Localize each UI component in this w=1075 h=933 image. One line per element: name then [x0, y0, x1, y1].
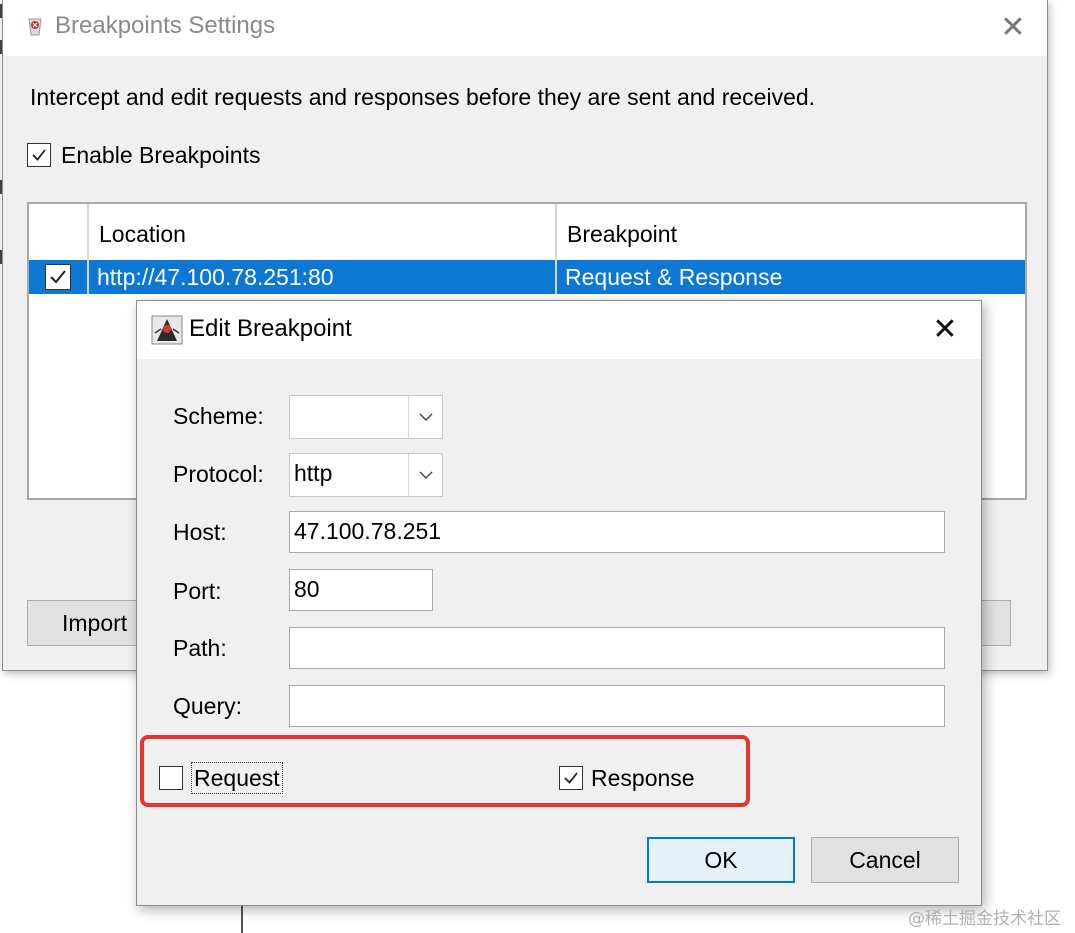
path-label: Path: — [173, 635, 227, 661]
row-enabled-cell[interactable] — [29, 260, 89, 294]
scheme-select[interactable] — [289, 395, 443, 439]
protocol-select[interactable]: http — [289, 453, 443, 497]
cancel-button[interactable]: Cancel — [811, 837, 959, 883]
watermark: @稀土掘金技术社区 — [908, 909, 1061, 929]
window-title: Breakpoints Settings — [55, 12, 276, 39]
check-icon[interactable] — [27, 143, 51, 167]
scheme-label: Scheme: — [173, 403, 264, 429]
table-row[interactable]: http://47.100.78.251:80 Request & Respon… — [29, 260, 1025, 294]
dialog-title: Edit Breakpoint — [189, 315, 352, 342]
request-checkbox[interactable]: Request — [159, 761, 283, 795]
port-label: Port: — [173, 578, 222, 604]
chevron-down-icon[interactable] — [408, 454, 442, 496]
edit-breakpoint-dialog: Edit Breakpoint ✕ Scheme: Protocol: http… — [136, 300, 982, 906]
close-icon[interactable]: ✕ — [993, 10, 1033, 46]
table-header: Location Breakpoint — [29, 204, 1025, 260]
description-text: Intercept and edit requests and response… — [30, 84, 816, 110]
column-header-enabled[interactable] — [29, 204, 89, 260]
query-label: Query: — [173, 693, 243, 719]
query-input[interactable] — [289, 685, 945, 727]
column-header-breakpoint[interactable]: Breakpoint — [557, 204, 1025, 260]
host-label: Host: — [173, 519, 227, 545]
port-input[interactable]: 80 — [289, 569, 433, 611]
host-input[interactable]: 47.100.78.251 — [289, 511, 945, 553]
row-location: http://47.100.78.251:80 — [89, 260, 557, 294]
chevron-down-icon[interactable] — [408, 396, 442, 438]
java-duke-icon — [151, 315, 183, 345]
check-icon[interactable] — [45, 264, 71, 290]
response-checkbox[interactable]: Response — [559, 761, 695, 795]
app-icon — [28, 18, 42, 36]
enable-breakpoints-label: Enable Breakpoints — [61, 141, 261, 168]
protocol-label: Protocol: — [173, 461, 264, 487]
response-label: Response — [591, 764, 695, 791]
protocol-value: http — [294, 460, 333, 486]
check-icon[interactable] — [559, 766, 583, 790]
path-input[interactable] — [289, 627, 945, 669]
ok-button[interactable]: OK — [647, 837, 795, 883]
column-header-location[interactable]: Location — [89, 204, 557, 260]
request-label: Request — [191, 762, 283, 794]
unchecked-box[interactable] — [159, 766, 183, 790]
row-breakpoint: Request & Response — [565, 264, 783, 290]
background-divider — [241, 905, 243, 933]
edit-breakpoint-titlebar: Edit Breakpoint ✕ — [137, 301, 981, 359]
close-icon[interactable]: ✕ — [925, 311, 965, 349]
breakpoints-settings-titlebar: Breakpoints Settings ✕ — [3, 0, 1047, 56]
enable-breakpoints-checkbox[interactable]: Enable Breakpoints — [27, 140, 260, 170]
